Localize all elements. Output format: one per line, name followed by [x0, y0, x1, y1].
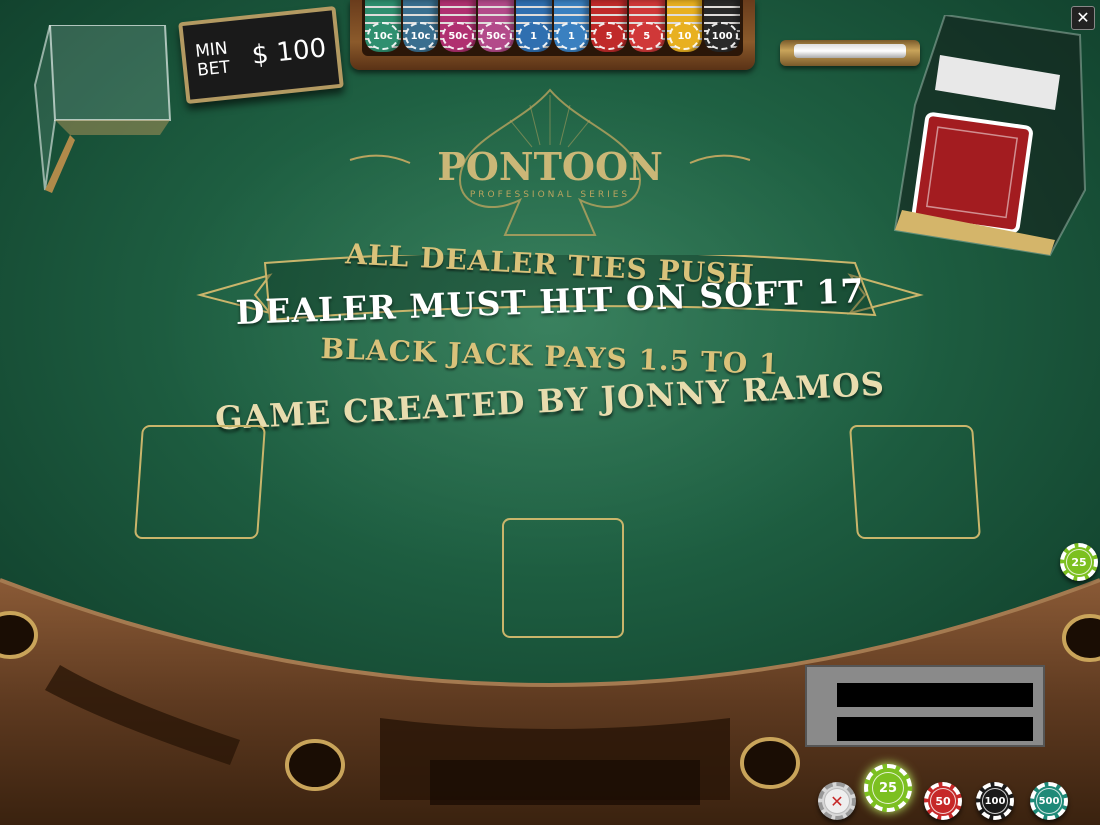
chip-25-selected[interactable]: 25	[864, 764, 912, 812]
chip-stack-label: 50c	[480, 22, 512, 50]
chip-stack: 50c	[478, 0, 514, 52]
chip-stack-label: 100	[706, 22, 739, 50]
chip-stack-label: 1	[555, 22, 588, 50]
chip-stack-label: 10	[668, 22, 701, 50]
chip-500[interactable]: 500	[1030, 782, 1068, 820]
chip-stack: 10c	[365, 0, 401, 52]
min-bet-label: MIN BET	[194, 38, 243, 81]
info-panel	[805, 665, 1045, 747]
card-shoe	[893, 15, 1087, 257]
chip-50-label: 50	[930, 788, 956, 814]
bet-spot-left[interactable]	[134, 425, 266, 539]
chip-25-label: 25	[872, 772, 904, 804]
bet-display	[837, 717, 1033, 741]
chip-stack: 5	[591, 0, 627, 52]
chip-500-label: 500	[1036, 788, 1062, 814]
chip-stack: 10c	[402, 0, 439, 52]
side-chip-25[interactable]: 25	[1060, 543, 1098, 581]
chip-50[interactable]: 50	[924, 782, 962, 820]
chip-100-label: 100	[982, 788, 1008, 814]
chip-stack-label: 50c	[442, 22, 475, 50]
pontoon-logo: PONTOON PROFESSIONAL SERIES	[349, 88, 751, 236]
chip-stack-label: 1	[517, 22, 550, 50]
bet-spot-right[interactable]	[849, 425, 981, 539]
close-button[interactable]: ✕	[1071, 6, 1095, 30]
bet-label: BET	[196, 57, 231, 81]
logo-subtitle: PROFESSIONAL SERIES	[470, 190, 630, 200]
game-table: 10c 10c 50c 50c 1 1 5 5 10 100 MIN BET $ 100 ✕	[0, 0, 1100, 825]
chip-stack: 5	[628, 0, 665, 52]
chip-stack: 1	[515, 0, 552, 52]
min-bet-sign: MIN BET $ 100	[178, 5, 344, 105]
min-bet-amount: $ 100	[250, 33, 328, 71]
chip-stack: 100	[704, 0, 741, 52]
clear-bet-button[interactable]: ✕	[818, 782, 856, 820]
side-chip-label: 25	[1066, 549, 1092, 575]
discard-shield	[33, 25, 172, 193]
clear-x-icon: ✕	[824, 788, 850, 814]
chip-tray: 10c 10c 50c 50c 1 1 5 5 10 100	[350, 0, 755, 70]
chip-stack-label: 10c	[404, 22, 437, 50]
chip-stack: 1	[553, 0, 590, 52]
chip-stack: 10	[666, 0, 703, 52]
chip-stack-label: 5	[593, 22, 625, 50]
balance-display	[837, 683, 1033, 707]
chip-100[interactable]: 100	[976, 782, 1014, 820]
chip-stack-label: 5	[630, 22, 663, 50]
chip-stack-label: 10c	[367, 22, 399, 50]
logo-title: PONTOON	[437, 144, 663, 189]
chip-stack: 50c	[440, 0, 477, 52]
